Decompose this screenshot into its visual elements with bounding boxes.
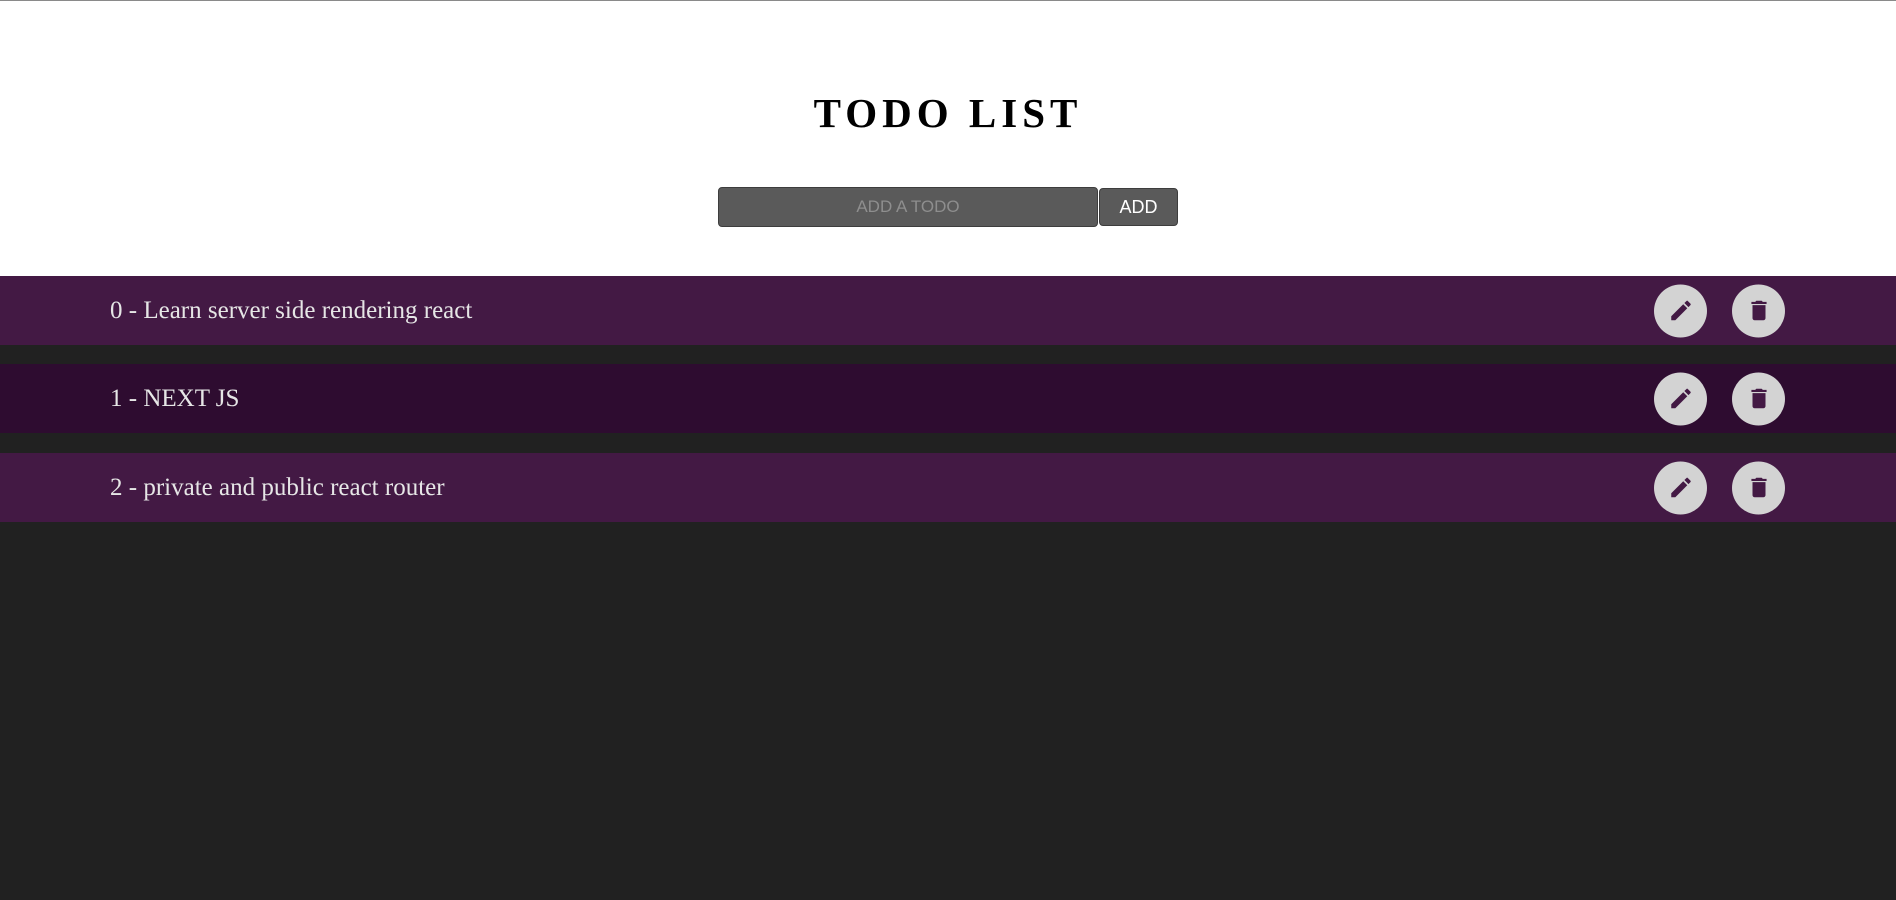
todo-text: 2 - private and public react router xyxy=(110,473,445,501)
trash-icon xyxy=(1750,300,1767,321)
pencil-icon xyxy=(1670,388,1691,409)
todo-actions xyxy=(1654,372,1785,425)
todo-actions xyxy=(1654,461,1785,514)
add-todo-form: ADD xyxy=(718,187,1178,227)
add-button[interactable]: ADD xyxy=(1099,188,1178,226)
header: TODO LIST ADD xyxy=(0,1,1896,276)
todo-text: 1 - NEXT JS xyxy=(110,384,240,412)
todo-text: 0 - Learn server side rendering react xyxy=(110,296,473,324)
page-title: TODO LIST xyxy=(813,90,1083,136)
todo-item: 0 - Learn server side rendering react xyxy=(0,276,1896,345)
edit-todo-button[interactable] xyxy=(1654,372,1707,425)
trash-icon xyxy=(1750,477,1767,498)
edit-todo-button[interactable] xyxy=(1654,284,1707,337)
edit-todo-button[interactable] xyxy=(1654,461,1707,514)
pencil-icon xyxy=(1670,300,1691,321)
delete-todo-button[interactable] xyxy=(1732,284,1785,337)
todo-actions xyxy=(1654,284,1785,337)
pencil-icon xyxy=(1670,477,1691,498)
todo-item: 2 - private and public react router xyxy=(0,453,1896,522)
delete-todo-button[interactable] xyxy=(1732,372,1785,425)
todo-input[interactable] xyxy=(718,187,1098,227)
delete-todo-button[interactable] xyxy=(1732,461,1785,514)
todo-item: 1 - NEXT JS xyxy=(0,364,1896,433)
trash-icon xyxy=(1750,388,1767,409)
